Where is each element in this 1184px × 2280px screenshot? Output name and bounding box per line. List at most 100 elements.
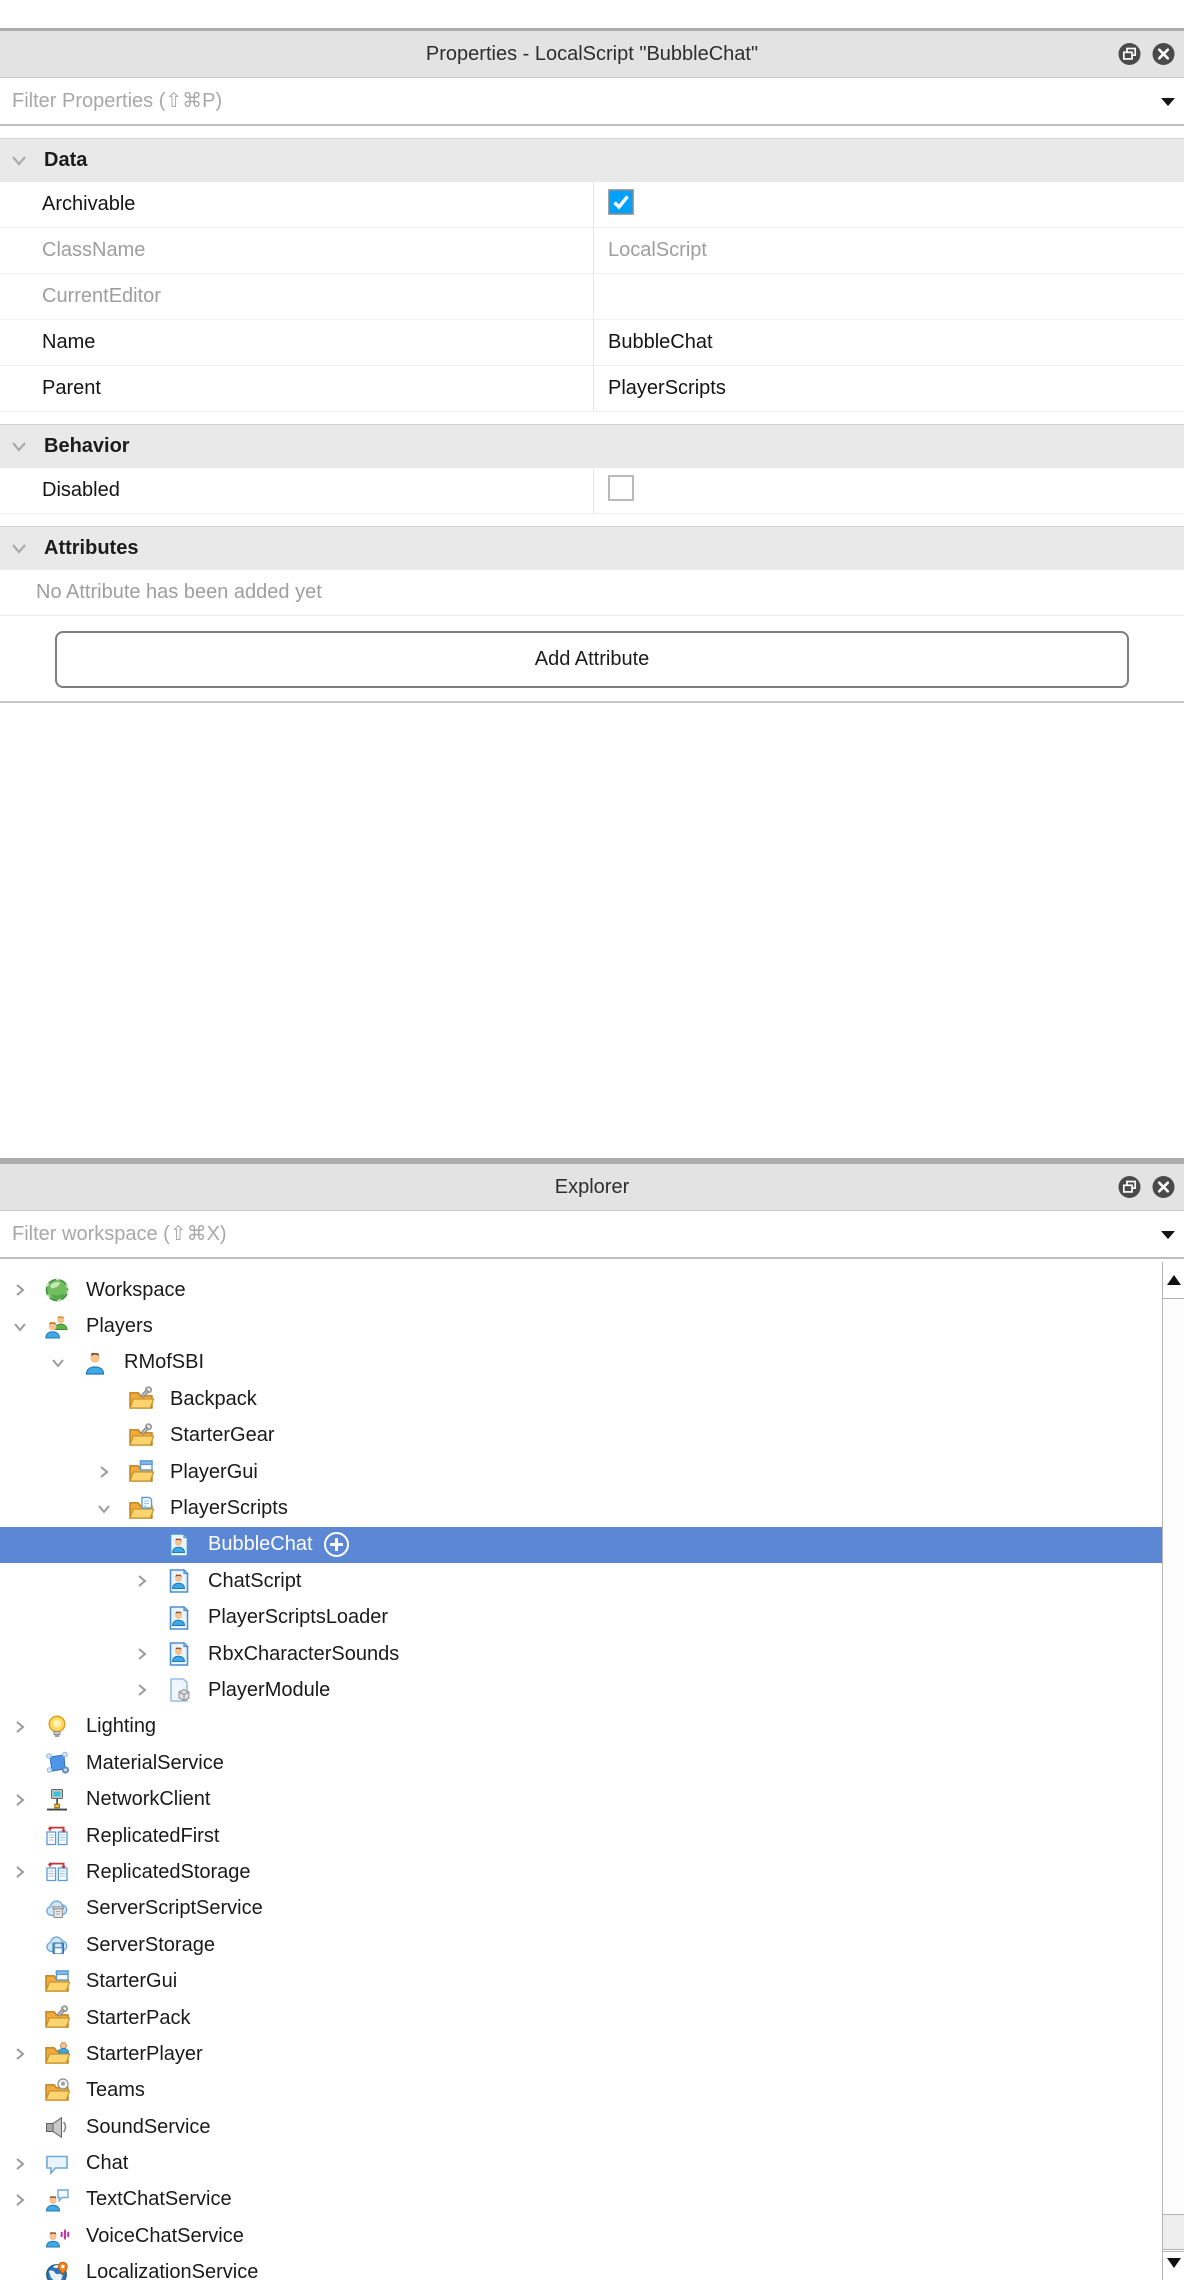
chevron-collapsed-icon[interactable]: [8, 1791, 44, 1809]
tree-item-label: ReplicatedStorage: [86, 1860, 251, 1883]
properties-titlebar[interactable]: Properties - LocalScript "BubbleChat": [0, 28, 1184, 78]
checkbox-unchecked-icon[interactable]: [608, 474, 634, 507]
filter-dropdown-caret-icon[interactable]: [1161, 98, 1175, 106]
section-gap: [0, 126, 1184, 138]
tree-item-playerscripts[interactable]: PlayerScripts: [0, 1490, 1162, 1526]
section-gap: [0, 514, 1184, 526]
tree-item-starterpack[interactable]: StarterPack: [0, 2000, 1162, 2036]
tree-item-startergui[interactable]: StarterGui: [0, 1963, 1162, 1999]
chevron-expanded-icon[interactable]: [8, 1318, 44, 1336]
workspace-globe-icon: [44, 1277, 70, 1303]
tree-item-soundservice[interactable]: SoundService: [0, 2109, 1162, 2145]
tree-item-networkclient[interactable]: NetworkClient: [0, 1781, 1162, 1817]
tree-item-label: StarterGui: [86, 1970, 178, 1993]
localization-icon: [44, 2260, 70, 2280]
chevron-collapsed-icon[interactable]: [92, 1463, 128, 1481]
chevron-collapsed-icon[interactable]: [8, 2045, 44, 2063]
scroll-up-button[interactable]: [1163, 1262, 1184, 1299]
section-header-attributes[interactable]: Attributes: [0, 526, 1184, 570]
explorer-scrollbar[interactable]: [1162, 1262, 1184, 2280]
scrollbar-thumb[interactable]: [1163, 2214, 1184, 2250]
tree-item-playerscriptsloader[interactable]: PlayerScriptsLoader: [0, 1600, 1162, 1636]
section-gap: [0, 412, 1184, 424]
attributes-empty-message: No Attribute has been added yet: [0, 570, 1184, 616]
properties-panel-title: Properties - LocalScript "BubbleChat": [425, 42, 759, 65]
chevron-expanded-icon[interactable]: [46, 1354, 82, 1372]
property-row-archivable: Archivable: [0, 182, 1184, 228]
tree-item-rmofsbi[interactable]: RMofSBI: [0, 1345, 1162, 1381]
chevron-down-icon: [10, 543, 28, 557]
chevron-collapsed-icon[interactable]: [8, 1863, 44, 1881]
tree-item-label: MaterialService: [86, 1751, 224, 1774]
property-name: ClassName: [42, 239, 146, 261]
explorer-titlebar[interactable]: Explorer: [0, 1161, 1184, 1211]
checkbox-checked-icon[interactable]: [608, 188, 634, 221]
tree-item-bubblechat[interactable]: BubbleChat: [0, 1526, 1162, 1564]
property-name: CurrentEditor: [42, 285, 161, 307]
tree-item-replicatedstorage[interactable]: ReplicatedStorage: [0, 1854, 1162, 1890]
filter-dropdown-caret-icon[interactable]: [1161, 1231, 1175, 1239]
add-attribute-row: Add Attribute: [0, 616, 1184, 703]
properties-filter-input[interactable]: [0, 78, 1184, 124]
tree-item-chatscript[interactable]: ChatScript: [0, 1563, 1162, 1599]
tree-item-backpack[interactable]: Backpack: [0, 1381, 1162, 1417]
tree-item-players[interactable]: Players: [0, 1308, 1162, 1344]
tree-item-replicatedfirst[interactable]: ReplicatedFirst: [0, 1818, 1162, 1854]
chevron-collapsed-icon[interactable]: [8, 2155, 44, 2173]
scroll-down-button[interactable]: [1163, 2251, 1184, 2280]
property-name: Disabled: [42, 479, 120, 501]
replicated-icon: [44, 1823, 70, 1849]
chevron-collapsed-icon[interactable]: [8, 1281, 44, 1299]
section-label: Attributes: [44, 537, 139, 559]
tree-item-chat[interactable]: Chat: [0, 2145, 1162, 2181]
material-service-icon: [44, 1750, 70, 1776]
tree-item-playermodule[interactable]: PlayerModule: [0, 1672, 1162, 1708]
tree-item-label: Players: [86, 1315, 153, 1338]
property-value-classname: LocalScript: [593, 228, 1184, 273]
tree-item-lighting[interactable]: Lighting: [0, 1709, 1162, 1745]
chevron-collapsed-icon[interactable]: [8, 1718, 44, 1736]
tree-item-starterplayer[interactable]: StarterPlayer: [0, 2036, 1162, 2072]
float-window-icon[interactable]: [1118, 1176, 1141, 1199]
close-icon[interactable]: [1152, 43, 1175, 66]
section-header-data[interactable]: Data: [0, 138, 1184, 182]
property-value-parent[interactable]: PlayerScripts: [593, 366, 1184, 411]
property-value-archivable[interactable]: [593, 182, 1184, 227]
tree-item-rbxcharactersounds[interactable]: RbxCharacterSounds: [0, 1636, 1162, 1672]
tree-item-startergear[interactable]: StarterGear: [0, 1418, 1162, 1454]
tree-item-localizationservice[interactable]: LocalizationService: [0, 2255, 1162, 2280]
float-window-icon[interactable]: [1118, 43, 1141, 66]
tree-item-teams[interactable]: Teams: [0, 2073, 1162, 2109]
tree-item-voicechatservice[interactable]: VoiceChatService: [0, 2218, 1162, 2254]
tree-item-serverstorage[interactable]: ServerStorage: [0, 1927, 1162, 1963]
close-icon[interactable]: [1152, 1176, 1175, 1199]
tree-item-playergui[interactable]: PlayerGui: [0, 1454, 1162, 1490]
section-header-behavior[interactable]: Behavior: [0, 424, 1184, 468]
explorer-filter-row: [0, 1211, 1184, 1259]
local-script-icon: [166, 1532, 192, 1558]
tree-item-workspace[interactable]: Workspace: [0, 1272, 1162, 1308]
tree-item-materialservice[interactable]: MaterialService: [0, 1745, 1162, 1781]
chevron-collapsed-icon[interactable]: [130, 1572, 166, 1590]
chevron-down-icon: [10, 441, 28, 455]
tree-item-serverscriptservice[interactable]: ServerScriptService: [0, 1891, 1162, 1927]
properties-panel: Properties - LocalScript "BubbleChat" Da…: [0, 0, 1184, 1158]
tree-item-label: Lighting: [86, 1715, 157, 1738]
tree-item-textchatservice[interactable]: TextChatService: [0, 2182, 1162, 2218]
property-value-disabled[interactable]: [593, 468, 1184, 513]
server-script-icon: [44, 1896, 70, 1922]
folder-person-icon: [44, 2041, 70, 2067]
tree-item-label: RMofSBI: [124, 1351, 205, 1374]
server-storage-icon: [44, 1932, 70, 1958]
chevron-collapsed-icon[interactable]: [8, 2191, 44, 2209]
chevron-expanded-icon[interactable]: [92, 1500, 128, 1518]
property-value-name[interactable]: BubbleChat: [593, 320, 1184, 365]
chevron-collapsed-icon[interactable]: [130, 1645, 166, 1663]
chevron-collapsed-icon[interactable]: [130, 1681, 166, 1699]
add-attribute-button[interactable]: Add Attribute: [55, 631, 1129, 688]
add-instance-plus-icon[interactable]: [323, 1532, 349, 1558]
tree-item-label: ServerStorage: [86, 1933, 215, 1956]
explorer-filter-input[interactable]: [0, 1211, 1184, 1257]
tree-item-label: StarterPack: [86, 2006, 191, 2029]
folder-gui-icon: [44, 1969, 70, 1995]
